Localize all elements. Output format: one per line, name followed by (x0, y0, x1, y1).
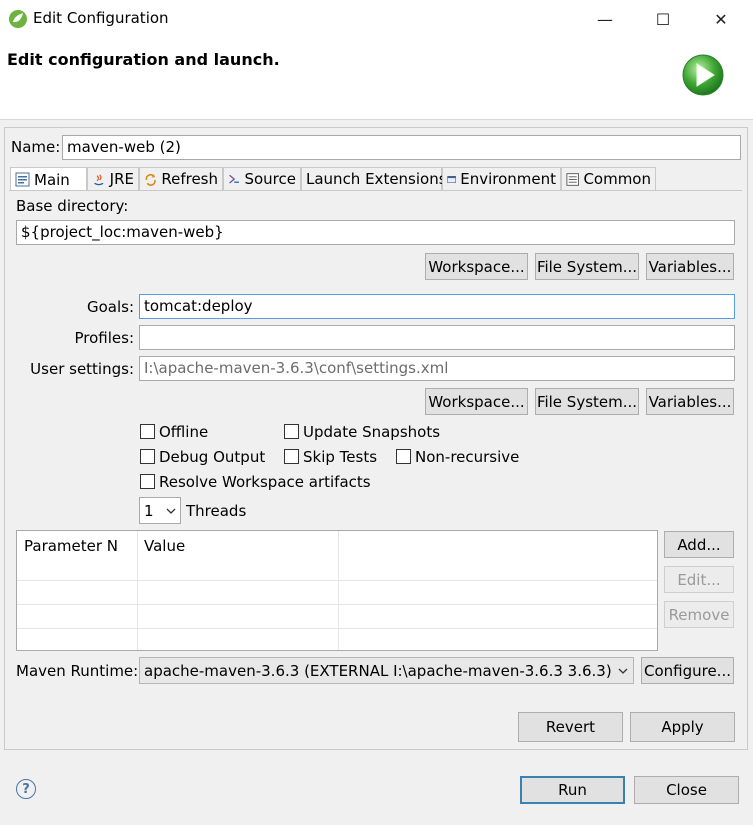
debug-output-label: Debug Output (159, 448, 266, 466)
title-bar: Edit Configuration — ☐ ✕ (0, 0, 753, 38)
tab-label: Refresh (161, 170, 218, 188)
base-directory-label: Base directory: (16, 197, 129, 215)
configure-button[interactable]: Configure... (641, 657, 734, 684)
main-tab-icon (15, 172, 30, 187)
user-settings-field[interactable]: I:\apache-maven-3.6.3\conf\settings.xml (139, 356, 735, 381)
skip-tests-checkbox[interactable] (284, 449, 299, 464)
update-snapshots-checkbox[interactable] (284, 424, 299, 439)
resolve-workspace-label: Resolve Workspace artifacts (159, 473, 371, 491)
update-snapshots-label: Update Snapshots (303, 423, 441, 441)
column-divider (338, 531, 339, 650)
parameters-table[interactable]: Parameter N Value (16, 530, 658, 651)
name-label: Name: (11, 138, 61, 156)
run-banner-icon (682, 54, 724, 96)
maven-runtime-value: apache-maven-3.6.3 (EXTERNAL I:\apache-m… (144, 661, 612, 680)
minimize-button[interactable]: — (582, 0, 628, 38)
chevron-down-icon (618, 668, 628, 674)
variables-button-2[interactable]: Variables... (646, 388, 734, 415)
profiles-label: Profiles: (74, 329, 134, 347)
help-icon[interactable]: ? (16, 779, 36, 799)
tab-environment[interactable]: Environment (442, 167, 561, 190)
source-tab-icon (229, 174, 239, 183)
header-title: Edit configuration and launch. (7, 50, 280, 69)
goals-field[interactable]: tomcat:deploy (139, 294, 735, 319)
row-divider (17, 604, 657, 605)
environment-tab-icon (447, 175, 456, 183)
skip-tests-label: Skip Tests (303, 448, 378, 466)
column-header-name: Parameter N (24, 537, 119, 555)
tab-common[interactable]: Common (561, 167, 656, 190)
file-system-button-2[interactable]: File System... (535, 388, 639, 415)
tab-jre[interactable]: JRE (87, 167, 139, 190)
file-system-button[interactable]: File System... (535, 253, 639, 280)
profiles-field[interactable] (139, 325, 735, 350)
workspace-button-2[interactable]: Workspace... (425, 388, 528, 415)
tab-label: JRE (109, 170, 134, 188)
row-divider (17, 628, 657, 629)
name-field[interactable]: maven-web (2) (62, 135, 741, 160)
non-recursive-label: Non-recursive (415, 448, 520, 466)
tab-source[interactable]: Source (223, 167, 301, 190)
variables-button[interactable]: Variables... (646, 253, 734, 280)
tab-launch-extensions[interactable]: Launch Extensions (301, 167, 447, 190)
common-tab-icon (566, 172, 579, 186)
revert-button[interactable]: Revert (518, 712, 623, 742)
jre-tab-icon (94, 173, 104, 185)
column-header-value: Value (144, 537, 186, 555)
chevron-down-icon (166, 508, 176, 514)
eclipse-spring-icon (9, 10, 27, 28)
resolve-workspace-checkbox[interactable] (140, 474, 155, 489)
refresh-tab-icon (145, 173, 156, 186)
tab-refresh[interactable]: Refresh (139, 167, 223, 190)
workspace-button[interactable]: Workspace... (425, 253, 528, 280)
tab-label: Source (244, 170, 296, 188)
tab-label: Common (583, 170, 651, 188)
tab-main[interactable]: Main (10, 167, 87, 191)
apply-button[interactable]: Apply (630, 712, 735, 742)
close-window-button[interactable]: ✕ (698, 0, 744, 38)
debug-output-checkbox[interactable] (140, 449, 155, 464)
tab-label: Environment (460, 170, 556, 188)
tab-label: Launch Extensions (306, 170, 447, 188)
user-settings-label: User settings: (30, 360, 134, 378)
threads-select[interactable]: 1 (139, 497, 181, 524)
threads-label: Threads (186, 502, 247, 520)
tab-label: Main (34, 170, 70, 189)
non-recursive-checkbox[interactable] (396, 449, 411, 464)
remove-parameter-button[interactable]: Remove (664, 601, 734, 628)
row-divider (17, 580, 657, 581)
window-title: Edit Configuration (33, 9, 169, 27)
threads-value: 1 (144, 501, 154, 520)
edit-parameter-button[interactable]: Edit... (664, 566, 734, 593)
base-directory-field[interactable]: ${project_loc:maven-web} (16, 220, 735, 245)
run-button[interactable]: Run (520, 776, 625, 804)
close-button[interactable]: Close (634, 776, 739, 804)
offline-label: Offline (159, 423, 209, 441)
goals-label: Goals: (86, 298, 134, 316)
maven-runtime-select[interactable]: apache-maven-3.6.3 (EXTERNAL I:\apache-m… (139, 657, 634, 684)
column-divider (137, 531, 138, 650)
add-parameter-button[interactable]: Add... (664, 531, 734, 558)
offline-checkbox[interactable] (140, 424, 155, 439)
maximize-button[interactable]: ☐ (640, 0, 686, 38)
maven-runtime-label: Maven Runtime: (16, 662, 139, 680)
